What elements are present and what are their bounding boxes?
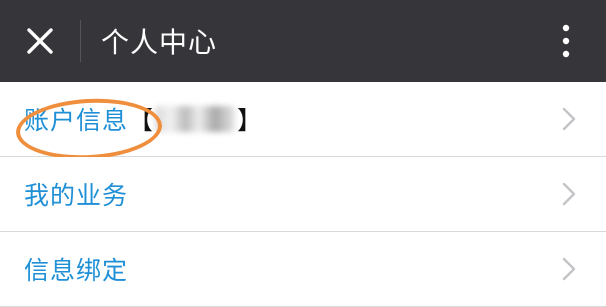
menu-item-label: 账户信息 <box>24 106 129 135</box>
menu-item-my-business[interactable]: 我的业务 <box>0 157 606 232</box>
bracket-open: 【 <box>128 106 154 135</box>
chevron-right-icon <box>562 257 576 281</box>
blurred-account-name <box>155 106 236 132</box>
close-icon <box>27 28 53 54</box>
menu-item-label: 信息绑定 <box>24 256 129 285</box>
header-divider <box>80 20 81 62</box>
bracket-close: 】 <box>237 106 263 135</box>
more-vertical-icon <box>562 24 570 58</box>
top-bar: 个人中心 <box>0 0 606 82</box>
chevron-right-icon <box>562 182 576 206</box>
page-title: 个人中心 <box>101 26 218 59</box>
chevron-right-icon <box>562 107 576 131</box>
more-options-button[interactable] <box>526 0 606 82</box>
close-button[interactable] <box>0 0 80 82</box>
menu-item-label: 我的业务 <box>24 181 129 210</box>
menu-item-account-info[interactable]: 账户信息 【 】 <box>0 82 606 163</box>
menu-list: 账户信息 【 】 我的业务 信息绑定 <box>0 82 606 307</box>
menu-item-info-binding[interactable]: 信息绑定 <box>0 232 606 307</box>
